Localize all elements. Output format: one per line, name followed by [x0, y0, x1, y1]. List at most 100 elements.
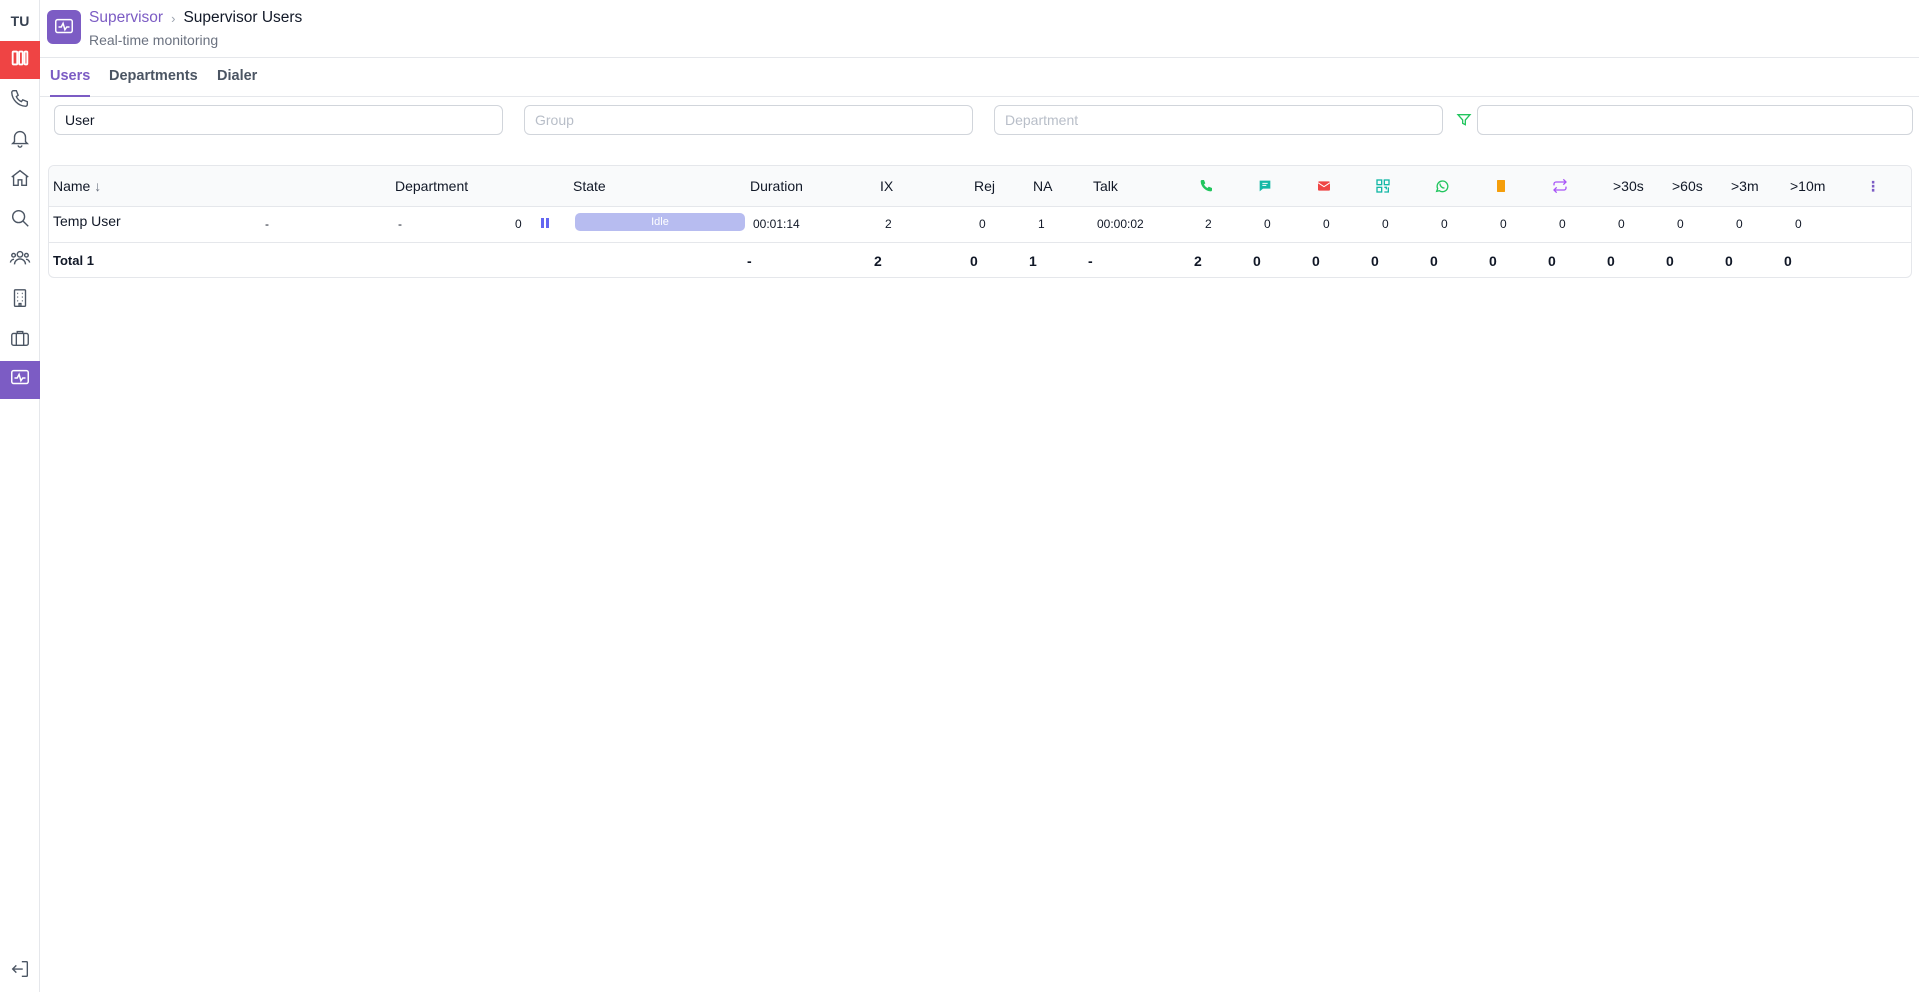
total-channel-qr: 0: [1371, 253, 1379, 269]
breadcrumb: Supervisor › Supervisor Users: [89, 9, 302, 27]
user-channel-note: 0: [1500, 217, 1507, 231]
total-channel-phone: 2: [1194, 253, 1202, 269]
sidebar-item-phone[interactable]: [0, 81, 40, 119]
total-channel-whatsapp: 0: [1430, 253, 1438, 269]
group-filter-input[interactable]: [524, 105, 973, 135]
header-na[interactable]: NA: [1033, 178, 1052, 194]
total-ix: 2: [874, 253, 882, 269]
briefcase-icon: [9, 327, 31, 354]
tab-departments[interactable]: Departments: [109, 68, 198, 97]
header-duration[interactable]: Duration: [750, 178, 803, 194]
header-talk[interactable]: Talk: [1093, 178, 1118, 194]
sidebar-item-columns[interactable]: [0, 41, 40, 79]
sidebar-item-supervisor[interactable]: [0, 361, 40, 399]
user-group: -: [265, 217, 269, 231]
header-state[interactable]: State: [573, 178, 606, 194]
user-ix: 2: [885, 217, 892, 231]
filter-icon[interactable]: [1456, 112, 1472, 128]
sidebar: TU: [0, 0, 40, 992]
header-over-10m[interactable]: >10m: [1790, 178, 1825, 194]
search-icon: [9, 207, 31, 234]
total-over-3m: 0: [1725, 253, 1733, 269]
header-name[interactable]: Name ↓: [53, 178, 101, 194]
user-channel-transfer: 0: [1559, 217, 1566, 231]
total-over-10m: 0: [1784, 253, 1792, 269]
sidebar-item-home[interactable]: [0, 161, 40, 199]
activity-monitor-icon: [9, 367, 31, 394]
logout-icon: [9, 958, 31, 985]
tab-users[interactable]: Users: [50, 68, 91, 97]
user-channel-qr: 0: [1382, 217, 1389, 231]
user-over-30s: 0: [1618, 217, 1625, 231]
chat-channel-icon[interactable]: [1257, 178, 1273, 194]
total-duration: -: [747, 253, 752, 269]
table-row[interactable]: Temp User - - 0 Idle 00:01:14 2 0 1 00:0…: [49, 207, 1911, 243]
total-label: Total 1: [53, 253, 94, 268]
more-options-icon[interactable]: ⋮: [1866, 178, 1880, 195]
table-total-row: Total 1 - 2 0 1 - 2 0 0 0 0 0 0 0 0 0 0: [49, 243, 1911, 278]
tab-dialer[interactable]: Dialer: [217, 68, 257, 97]
user-over-10m: 0: [1795, 217, 1802, 231]
arrow-down-icon: ↓: [90, 178, 102, 194]
chevron-right-icon: ›: [171, 10, 176, 26]
user-channel-email: 0: [1323, 217, 1330, 231]
sidebar-item-search[interactable]: [0, 201, 40, 239]
header-department[interactable]: Department: [395, 178, 468, 194]
user-department: -: [398, 217, 402, 231]
user-filter-input[interactable]: [54, 105, 503, 135]
user-na: 1: [1038, 217, 1045, 231]
state-badge: Idle: [575, 213, 745, 231]
sidebar-item-users[interactable]: [0, 241, 40, 279]
user-channel-chat: 0: [1264, 217, 1271, 231]
home-icon: [9, 167, 31, 194]
qr-channel-icon[interactable]: [1375, 178, 1391, 194]
sidebar-item-logout[interactable]: [0, 952, 40, 990]
total-talk: -: [1088, 253, 1093, 269]
total-channel-email: 0: [1312, 253, 1320, 269]
bell-icon: [9, 127, 31, 154]
total-rej: 0: [970, 253, 978, 269]
department-filter-input[interactable]: [994, 105, 1443, 135]
user-count: 0: [515, 217, 522, 231]
total-over-60s: 0: [1666, 253, 1674, 269]
user-name: Temp User: [53, 213, 121, 229]
page-subtitle: Real-time monitoring: [89, 32, 219, 48]
total-na: 1: [1029, 253, 1037, 269]
phone-channel-icon[interactable]: [1198, 178, 1214, 194]
users-table: Name ↓ Department State Duration IX Rej …: [48, 165, 1912, 278]
search-filter-input[interactable]: [1477, 105, 1913, 135]
user-channel-phone: 2: [1205, 217, 1212, 231]
total-channel-note: 0: [1489, 253, 1497, 269]
sidebar-item-notifications[interactable]: [0, 121, 40, 159]
header-over-3m[interactable]: >3m: [1731, 178, 1759, 194]
user-avatar[interactable]: TU: [0, 8, 40, 34]
header-rej[interactable]: Rej: [974, 178, 995, 194]
note-channel-icon[interactable]: [1493, 178, 1509, 194]
total-over-30s: 0: [1607, 253, 1615, 269]
page-title: Supervisor Users: [183, 9, 303, 26]
user-talk: 00:00:02: [1097, 217, 1144, 231]
supervisor-app-icon: [47, 10, 81, 44]
tab-bar: Users Departments Dialer: [40, 58, 1919, 97]
user-channel-whatsapp: 0: [1441, 217, 1448, 231]
user-rej: 0: [979, 217, 986, 231]
user-over-60s: 0: [1677, 217, 1684, 231]
total-channel-transfer: 0: [1548, 253, 1556, 269]
total-channel-chat: 0: [1253, 253, 1261, 269]
building-icon: [9, 287, 31, 314]
whatsapp-channel-icon[interactable]: [1434, 178, 1450, 194]
users-icon: [9, 247, 31, 274]
pause-icon[interactable]: [540, 216, 550, 228]
page-header: Supervisor › Supervisor Users Real-time …: [40, 0, 1919, 58]
user-over-3m: 0: [1736, 217, 1743, 231]
transfer-channel-icon[interactable]: [1552, 178, 1568, 194]
header-ix[interactable]: IX: [880, 178, 893, 194]
header-over-30s[interactable]: >30s: [1613, 178, 1644, 194]
header-over-60s[interactable]: >60s: [1672, 178, 1703, 194]
columns-icon: [9, 47, 31, 74]
breadcrumb-supervisor-link[interactable]: Supervisor: [89, 9, 163, 27]
sidebar-item-briefcase[interactable]: [0, 321, 40, 359]
email-channel-icon[interactable]: [1316, 178, 1332, 194]
sidebar-item-buildings[interactable]: [0, 281, 40, 319]
user-duration: 00:01:14: [753, 217, 800, 231]
